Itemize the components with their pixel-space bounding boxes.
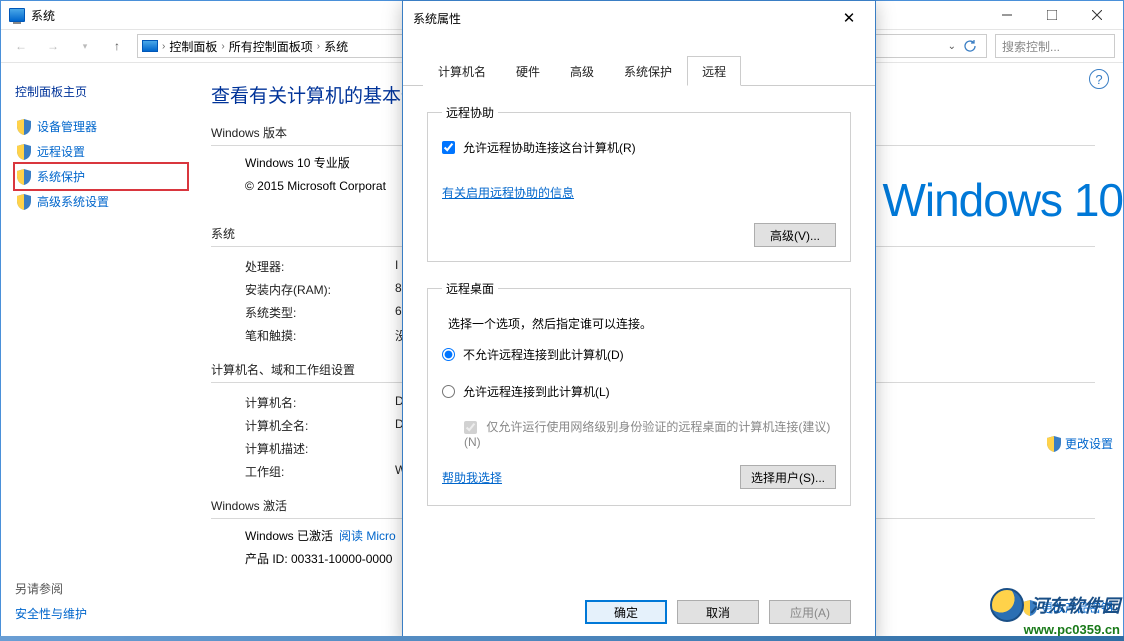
- systype-value: 6: [395, 304, 402, 321]
- chevron-right-icon[interactable]: ›: [162, 41, 165, 52]
- monitor-icon: [9, 8, 25, 22]
- dialog-tabs: 计算机名 硬件 高级 系统保护 远程: [403, 35, 875, 86]
- workgroup-label: 工作组:: [245, 463, 395, 480]
- change-settings-label: 更改设置: [1065, 435, 1113, 452]
- breadcrumb-mid[interactable]: 所有控制面板项: [229, 38, 313, 55]
- shield-icon: [17, 144, 31, 160]
- nla-checkbox-row: 仅允许运行使用网络级别身份验证的远程桌面的计算机连接(建议)(N): [442, 418, 836, 449]
- allow-remote-label: 允许远程连接到此计算机(L): [463, 383, 610, 400]
- sidebar-item-label: 系统保护: [37, 168, 85, 185]
- watermark-url: www.pc0359.cn: [990, 622, 1120, 637]
- watermark-logo-icon: [990, 588, 1024, 622]
- dont-allow-remote-input[interactable]: [442, 348, 455, 361]
- cancel-button[interactable]: 取消: [677, 600, 759, 624]
- maximize-button[interactable]: [1029, 1, 1074, 29]
- remote-assistance-legend: 远程协助: [442, 104, 498, 121]
- computer-desc-label: 计算机描述:: [245, 440, 395, 457]
- nav-recent-dropdown[interactable]: ▾: [73, 34, 97, 58]
- nav-up-button[interactable]: ↑: [105, 34, 129, 58]
- allow-remote-assistance-checkbox[interactable]: 允许远程协助连接这台计算机(R): [442, 135, 836, 160]
- systype-label: 系统类型:: [245, 304, 395, 321]
- sidebar-item-device-manager[interactable]: 设备管理器: [15, 114, 187, 139]
- chevron-right-icon[interactable]: ›: [317, 41, 320, 52]
- allow-remote-input[interactable]: [442, 385, 455, 398]
- tab-remote[interactable]: 远程: [687, 56, 741, 86]
- windows10-logo: Windows 10: [882, 173, 1123, 227]
- shield-icon: [17, 194, 31, 210]
- shield-icon: [1047, 436, 1061, 452]
- cpu-label: 处理器:: [245, 258, 395, 275]
- computer-name-label: 计算机名:: [245, 394, 395, 411]
- chevron-right-icon[interactable]: ›: [221, 41, 224, 52]
- minimize-button[interactable]: [984, 1, 1029, 29]
- change-settings-link[interactable]: 更改设置: [1047, 435, 1113, 452]
- nav-back-button[interactable]: ←: [9, 34, 33, 58]
- close-button[interactable]: [1074, 1, 1119, 29]
- select-users-button[interactable]: 选择用户(S)...: [740, 465, 836, 489]
- sidebar-item-advanced-settings[interactable]: 高级系统设置: [15, 189, 187, 214]
- nla-label: 仅允许运行使用网络级别身份验证的远程桌面的计算机连接(建议)(N): [464, 420, 830, 449]
- search-placeholder: 搜索控制...: [1002, 38, 1060, 55]
- refresh-button[interactable]: [962, 38, 978, 54]
- sidebar-item-label: 高级系统设置: [37, 193, 109, 210]
- sidebar-see-also: 另请参阅 安全性与维护: [15, 580, 87, 622]
- sidebar-item-system-protection[interactable]: 系统保护: [15, 164, 187, 189]
- apply-button[interactable]: 应用(A): [769, 600, 851, 624]
- remote-assistance-advanced-button[interactable]: 高级(V)...: [754, 223, 836, 247]
- monitor-icon: [142, 40, 158, 52]
- system-properties-dialog: 系统属性 ✕ 计算机名 硬件 高级 系统保护 远程 远程协助 允许远程协助连接这…: [402, 0, 876, 641]
- taskbar-hint: [0, 636, 1124, 641]
- dialog-close-button[interactable]: ✕: [833, 6, 865, 30]
- remote-assistance-group: 远程协助 允许远程协助连接这台计算机(R) 有关启用远程协助的信息 高级(V).…: [427, 104, 851, 262]
- window-title: 系统: [31, 7, 55, 24]
- dialog-body: 远程协助 允许远程协助连接这台计算机(R) 有关启用远程协助的信息 高级(V).…: [403, 86, 875, 590]
- breadcrumb-root[interactable]: 控制面板: [169, 38, 217, 55]
- dont-allow-remote-label: 不允许远程连接到此计算机(D): [463, 346, 624, 363]
- see-also-link[interactable]: 安全性与维护: [15, 607, 87, 621]
- help-me-choose-link[interactable]: 帮助我选择: [442, 469, 502, 486]
- allow-remote-assistance-label: 允许远程协助连接这台计算机(R): [463, 139, 636, 156]
- tab-hardware[interactable]: 硬件: [501, 56, 555, 86]
- tab-system-protection[interactable]: 系统保护: [609, 56, 687, 86]
- nav-forward-button[interactable]: →: [41, 34, 65, 58]
- dialog-title-bar: 系统属性 ✕: [403, 1, 875, 35]
- remote-desktop-group: 远程桌面 选择一个选项，然后指定谁可以连接。 不允许远程连接到此计算机(D) 允…: [427, 280, 851, 506]
- nla-checkbox: [464, 421, 477, 434]
- cpu-value: I: [395, 258, 398, 275]
- see-also-header: 另请参阅: [15, 580, 87, 597]
- breadcrumb-leaf[interactable]: 系统: [324, 38, 348, 55]
- search-input[interactable]: 搜索控制...: [995, 34, 1115, 58]
- dialog-title: 系统属性: [413, 10, 461, 27]
- ok-button[interactable]: 确定: [585, 600, 667, 624]
- shield-icon: [17, 119, 31, 135]
- dialog-footer: 确定 取消 应用(A): [403, 590, 875, 640]
- remote-assistance-info-link[interactable]: 有关启用远程协助的信息: [442, 186, 574, 200]
- sidebar-item-label: 设备管理器: [37, 118, 97, 135]
- read-terms-link[interactable]: 阅读 Micro: [339, 527, 396, 544]
- tab-advanced[interactable]: 高级: [555, 56, 609, 86]
- sidebar-item-label: 远程设置: [37, 143, 85, 160]
- sidebar-title: 控制面板主页: [15, 83, 187, 100]
- allow-remote-assistance-input[interactable]: [442, 141, 455, 154]
- ram-label: 安装内存(RAM):: [245, 281, 395, 298]
- dont-allow-remote-radio[interactable]: 不允许远程连接到此计算机(D): [442, 342, 836, 367]
- remote-desktop-legend: 远程桌面: [442, 280, 498, 297]
- shield-icon: [17, 169, 31, 185]
- remote-desktop-desc: 选择一个选项，然后指定谁可以连接。: [448, 315, 836, 332]
- pen-label: 笔和触摸:: [245, 327, 395, 344]
- sidebar: 控制面板主页 设备管理器 远程设置 系统保护 高级系统设置 另请参阅 安全性与维…: [1, 63, 201, 640]
- activation-status: Windows 已激活: [245, 527, 333, 544]
- sidebar-item-remote-settings[interactable]: 远程设置: [15, 139, 187, 164]
- full-computer-name-label: 计算机全名:: [245, 417, 395, 434]
- chevron-down-icon[interactable]: ⌄: [948, 41, 956, 52]
- tab-computer-name[interactable]: 计算机名: [423, 56, 501, 86]
- watermark-name: 河东软件园: [1030, 592, 1120, 618]
- allow-remote-radio[interactable]: 允许远程连接到此计算机(L): [442, 379, 836, 404]
- watermark: 河东软件园 www.pc0359.cn: [990, 588, 1120, 637]
